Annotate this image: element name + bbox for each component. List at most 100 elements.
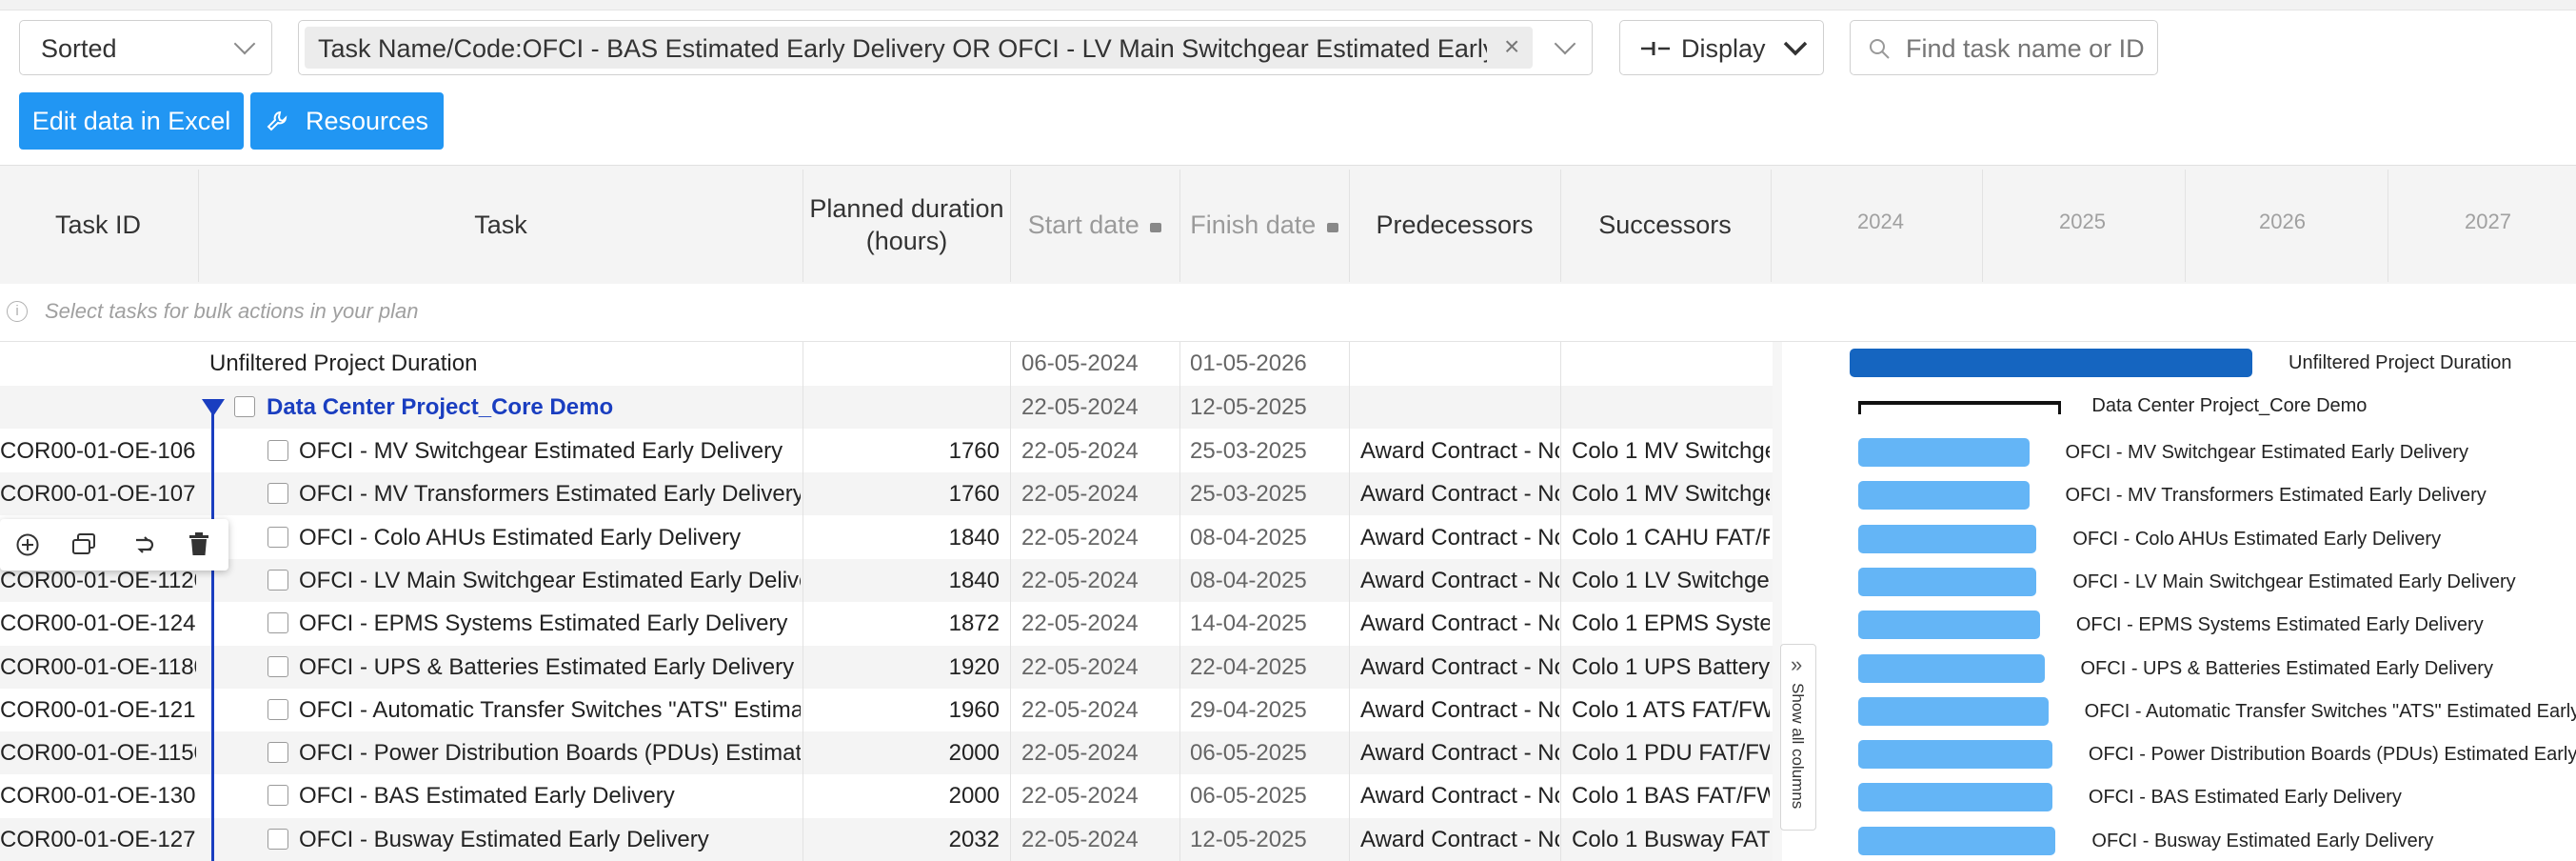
row-checkbox[interactable] bbox=[268, 440, 288, 461]
column-header-successors[interactable]: Successors bbox=[1561, 209, 1769, 241]
planned-duration[interactable]: 1960 bbox=[807, 689, 1000, 731]
row-checkbox[interactable] bbox=[268, 526, 288, 548]
gantt-task-bar[interactable] bbox=[1858, 524, 2037, 553]
task-id: COR00-01-OE-1150 bbox=[0, 740, 196, 767]
predecessors[interactable]: Award Contract - Not bbox=[1360, 559, 1559, 602]
gantt-task-bar[interactable] bbox=[1858, 438, 2030, 467]
close-icon[interactable]: × bbox=[1504, 31, 1519, 62]
column-header-task-id[interactable]: Task ID bbox=[0, 209, 196, 241]
filter-chip[interactable]: Task Name/Code:OFCI - BAS Estimated Earl… bbox=[305, 27, 1533, 69]
task-name[interactable]: OFCI - MV Transformers Estimated Early D… bbox=[299, 472, 801, 515]
task-name[interactable]: OFCI - BAS Estimated Early Delivery bbox=[299, 774, 801, 817]
successors[interactable]: Colo 1 BAS FAT/FWT bbox=[1572, 774, 1770, 817]
trash-icon[interactable] bbox=[187, 531, 211, 557]
successors[interactable]: Colo 1 EPMS System bbox=[1572, 602, 1770, 645]
search-input[interactable] bbox=[1904, 29, 2150, 69]
planned-duration[interactable]: 1840 bbox=[807, 516, 1000, 559]
predecessors[interactable]: Award Contract - Not bbox=[1360, 774, 1559, 817]
successors[interactable]: Colo 1 UPS Battery F bbox=[1572, 646, 1770, 689]
gantt-bar-label: OFCI - EPMS Systems Estimated Early Deli… bbox=[2075, 614, 2484, 636]
project-summary-row[interactable]: Data Center Project_Core Demo 22-05-2024… bbox=[0, 386, 1773, 429]
row-checkbox[interactable] bbox=[268, 655, 288, 677]
successors[interactable]: Colo 1 PDU FAT/FWT bbox=[1572, 731, 1770, 774]
successors[interactable]: Colo 1 ATS FAT/FWT bbox=[1572, 689, 1770, 731]
add-icon[interactable] bbox=[15, 532, 40, 557]
gantt-task-bar[interactable] bbox=[1858, 481, 2030, 511]
table-row[interactable]: COR00-01-OE-1270 OFCI - Busway Estimated … bbox=[0, 817, 1773, 861]
successors[interactable]: Colo 1 CAHU FAT/FWT bbox=[1572, 516, 1770, 559]
task-name[interactable]: OFCI - EPMS Systems Estimated Early Deli… bbox=[299, 602, 801, 645]
column-header-start-date[interactable]: Start date bbox=[1011, 209, 1179, 241]
column-header-task[interactable]: Task bbox=[200, 209, 802, 241]
planned-duration[interactable]: 1840 bbox=[807, 559, 1000, 602]
planned-duration[interactable]: 1760 bbox=[807, 472, 1000, 515]
table-row[interactable]: COR00-01-OE-1080OFCI - Colo AHUs Estimat… bbox=[0, 516, 1773, 559]
table-row[interactable]: COR00-01-OE-1300 OFCI - BAS Estimated Ear… bbox=[0, 774, 1773, 817]
predecessors[interactable]: Award Contract - Not bbox=[1360, 602, 1559, 645]
planned-duration[interactable]: 1872 bbox=[807, 602, 1000, 645]
predecessors[interactable]: Award Contract - Not bbox=[1360, 430, 1559, 472]
task-name[interactable]: OFCI - MV Switchgear Estimated Early Del… bbox=[299, 430, 801, 472]
planned-duration[interactable]: 1760 bbox=[807, 430, 1000, 472]
edit-data-in-excel-button[interactable]: Edit data in Excel bbox=[19, 92, 244, 150]
task-name[interactable]: OFCI - Power Distribution Boards (PDUs) … bbox=[299, 731, 801, 774]
row-checkbox[interactable] bbox=[268, 828, 288, 850]
gantt-project-bar[interactable] bbox=[1858, 401, 2062, 414]
table-row[interactable]: COR00-01-OE-1240 OFCI - EPMS Systems Esti… bbox=[0, 602, 1773, 645]
table-row[interactable]: COR00-01-OE-1120 OFCI - LV Main Switchgea… bbox=[0, 558, 1773, 602]
successors[interactable]: Colo 1 MV Switchgear bbox=[1572, 472, 1770, 515]
sort-dropdown[interactable]: Sorted bbox=[19, 20, 272, 75]
successors[interactable]: Colo 1 LV Switchgear bbox=[1572, 559, 1770, 602]
gantt-task-bar[interactable] bbox=[1858, 783, 2052, 812]
predecessors[interactable]: Award Contract - Not bbox=[1360, 472, 1559, 515]
column-header-planned-duration[interactable]: Planned duration (hours) bbox=[804, 192, 1009, 257]
predecessors[interactable]: Award Contract - Not bbox=[1360, 516, 1559, 559]
table-row[interactable]: COR00-01-OE-1070 OFCI - MV Transformers E… bbox=[0, 472, 1773, 516]
gantt-bar-label: OFCI - Automatic Transfer Switches "ATS"… bbox=[2084, 700, 2576, 722]
table-row[interactable]: COR00-01-OE-1210 OFCI - Automatic Transfe… bbox=[0, 689, 1773, 731]
link-icon[interactable] bbox=[131, 532, 156, 557]
predecessors[interactable]: Award Contract - Not bbox=[1360, 689, 1559, 731]
predecessors[interactable]: Award Contract - Not bbox=[1360, 818, 1559, 861]
table-row[interactable]: COR00-01-OE-1150 OFCI - Power Distributio… bbox=[0, 731, 1773, 775]
column-header-predecessors[interactable]: Predecessors bbox=[1350, 209, 1559, 241]
successors[interactable]: Colo 1 Busway FAT/FW bbox=[1572, 818, 1770, 861]
gantt-task-bar[interactable] bbox=[1858, 611, 2040, 640]
row-checkbox[interactable] bbox=[268, 785, 288, 807]
row-checkbox[interactable] bbox=[268, 612, 288, 634]
show-all-columns-tab[interactable]: » Show all columns bbox=[1780, 644, 1816, 831]
row-checkbox[interactable] bbox=[268, 483, 288, 505]
filter-dropdown[interactable]: Task Name/Code:OFCI - BAS Estimated Earl… bbox=[298, 20, 1593, 75]
planned-duration[interactable]: 1920 bbox=[807, 646, 1000, 689]
row-checkbox[interactable] bbox=[268, 742, 288, 764]
gantt-summary-bar[interactable] bbox=[1849, 349, 2252, 377]
planned-duration[interactable]: 2032 bbox=[807, 818, 1000, 861]
predecessors[interactable]: Award Contract - Not bbox=[1360, 646, 1559, 689]
task-name[interactable]: OFCI - Automatic Transfer Switches "ATS"… bbox=[299, 689, 801, 731]
column-header-finish-date[interactable]: Finish date bbox=[1180, 209, 1348, 241]
task-name[interactable]: OFCI - Colo AHUs Estimated Early Deliver… bbox=[299, 516, 801, 559]
table-row[interactable]: COR00-01-OE-1180 OFCI - UPS & Batteries E… bbox=[0, 645, 1773, 689]
table-row[interactable]: COR00-01-OE-1060 OFCI - MV Switchgear Est… bbox=[0, 430, 1773, 472]
gantt-task-bar[interactable] bbox=[1858, 567, 2037, 596]
row-checkbox[interactable] bbox=[268, 698, 288, 720]
gantt-task-bar[interactable] bbox=[1858, 740, 2052, 770]
search-box[interactable] bbox=[1850, 20, 2158, 75]
row-checkbox[interactable] bbox=[268, 569, 288, 591]
task-name[interactable]: OFCI - Busway Estimated Early Delivery bbox=[299, 818, 801, 861]
planned-duration[interactable]: 2000 bbox=[807, 774, 1000, 817]
gantt-task-bar[interactable] bbox=[1858, 653, 2045, 683]
row-checkbox[interactable] bbox=[234, 396, 255, 417]
project-name[interactable]: Data Center Project_Core Demo bbox=[267, 386, 613, 429]
gantt-task-bar[interactable] bbox=[1858, 826, 2056, 855]
row-action-toolbar bbox=[0, 519, 228, 571]
successors[interactable]: Colo 1 MV Switchgear bbox=[1572, 430, 1770, 472]
task-name[interactable]: OFCI - LV Main Switchgear Estimated Earl… bbox=[299, 559, 801, 602]
duplicate-icon[interactable] bbox=[70, 532, 97, 557]
task-name[interactable]: OFCI - UPS & Batteries Estimated Early D… bbox=[299, 646, 801, 689]
display-dropdown[interactable]: Display bbox=[1619, 20, 1824, 75]
resources-button[interactable]: Resources bbox=[250, 92, 444, 150]
planned-duration[interactable]: 2000 bbox=[807, 731, 1000, 774]
gantt-task-bar[interactable] bbox=[1858, 696, 2049, 726]
predecessors[interactable]: Award Contract - Not bbox=[1360, 731, 1559, 774]
